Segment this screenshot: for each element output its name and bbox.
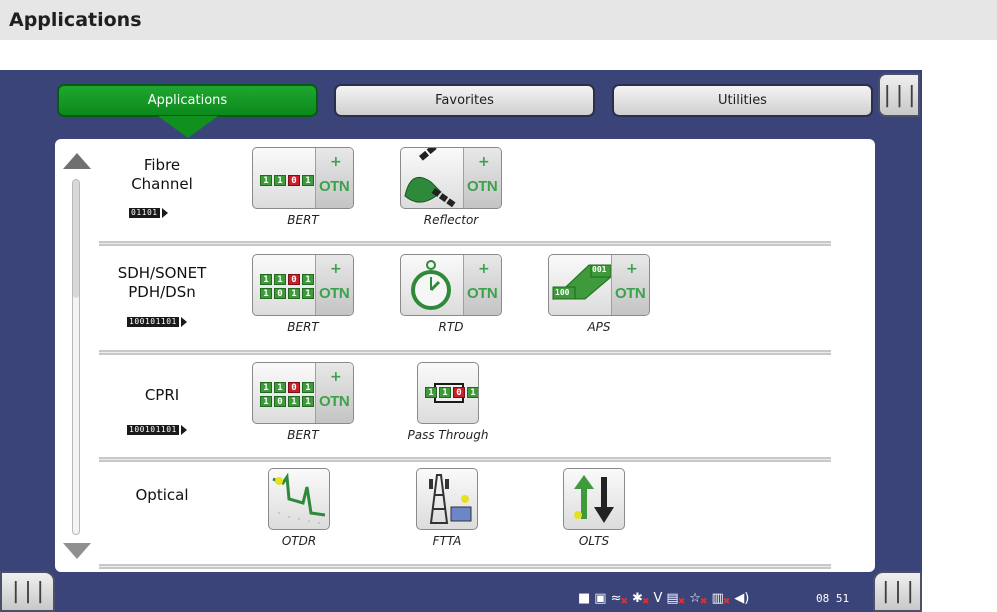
menu-bars-icon: ||| xyxy=(880,82,919,108)
status-clock: 08 51 xyxy=(816,592,850,605)
app-label: BERT xyxy=(287,428,319,442)
storage-icon: ▣ xyxy=(594,591,607,606)
stopwatch-otn-icon: + OTN xyxy=(400,254,502,316)
category-label-sdh-sonet: SDH/SONET PDH/DSn xyxy=(117,264,207,301)
aps-otn-icon: 001 100 + OTN xyxy=(548,254,650,316)
tab-applications[interactable]: Applications xyxy=(57,84,318,117)
app-label: Pass Through xyxy=(407,428,489,442)
v-icon: V xyxy=(653,591,663,606)
pass-through-icon: 1101 xyxy=(417,362,479,424)
top-right-menu-button[interactable]: ||| xyxy=(878,73,920,117)
tab-utilities[interactable]: Utilities xyxy=(612,84,873,117)
reflector-otn-icon: + OTN xyxy=(400,147,502,209)
otdr-icon xyxy=(268,468,330,530)
bert-otn-icon: 1101 1011 + OTN xyxy=(252,362,354,424)
bottom-left-menu-button[interactable]: ||| xyxy=(0,571,55,612)
aps-bits-b: 100 xyxy=(555,288,570,297)
app-label: RTD xyxy=(438,320,464,334)
page-title: Applications xyxy=(9,9,142,31)
menu-bars-icon: ||| xyxy=(9,579,47,604)
olts-arrows-icon xyxy=(563,468,625,530)
section-divider xyxy=(99,457,831,462)
section-divider xyxy=(99,564,831,569)
active-tab-pointer xyxy=(158,116,218,138)
bitstream-icon: 100101101 xyxy=(127,425,187,435)
app-label: Reflector xyxy=(423,213,479,227)
page-header: Applications xyxy=(0,0,997,40)
bitstream-icon: 100101101 xyxy=(127,317,187,327)
bottom-right-menu-button[interactable]: ||| xyxy=(873,571,922,612)
section-divider xyxy=(99,350,831,355)
tab-favorites-label: Favorites xyxy=(435,93,494,108)
app-label: OLTS xyxy=(578,534,610,548)
section-divider xyxy=(99,241,831,246)
app-label: OTDR xyxy=(281,534,317,548)
category-label-cpri: CPRI xyxy=(144,386,180,404)
bert-otn-icon: 1101 1011 + OTN xyxy=(252,254,354,316)
bitstream-icon: 01101 xyxy=(129,208,168,218)
tab-applications-label: Applications xyxy=(147,93,228,108)
bert-otn-icon: 1101 + OTN xyxy=(252,147,354,209)
app-label: FTTA xyxy=(432,534,462,548)
app-label: APS xyxy=(587,320,611,334)
category-label-fibre-channel: Fibre Channel xyxy=(131,156,193,193)
speaker-icon: ◀) xyxy=(734,591,750,606)
ftta-tower-icon xyxy=(416,468,478,530)
app-label: BERT xyxy=(287,213,319,227)
status-bar: ■ ▣ ≈ ✖ ✱ ✖ V ▤ ✖ ☆ ✖ ▥ ✖ ◀) xyxy=(578,591,750,607)
menu-bars-icon: ||| xyxy=(879,579,917,604)
applications-panel: Fibre Channel 01101 1101 +OTN BERT +OT xyxy=(55,139,875,572)
tab-favorites[interactable]: Favorites xyxy=(334,84,595,117)
category-label-optical: Optical xyxy=(135,486,189,504)
scrollbar-track[interactable] xyxy=(72,179,80,535)
scroll-down-arrow-icon[interactable] xyxy=(63,543,91,559)
app-label: BERT xyxy=(287,320,319,334)
tab-utilities-label: Utilities xyxy=(718,93,767,108)
scroll-up-arrow-icon[interactable] xyxy=(63,153,91,169)
aps-bits-a: 001 xyxy=(592,265,607,274)
scrollbar-thumb[interactable] xyxy=(73,180,79,298)
plug-icon: ■ xyxy=(578,591,591,606)
